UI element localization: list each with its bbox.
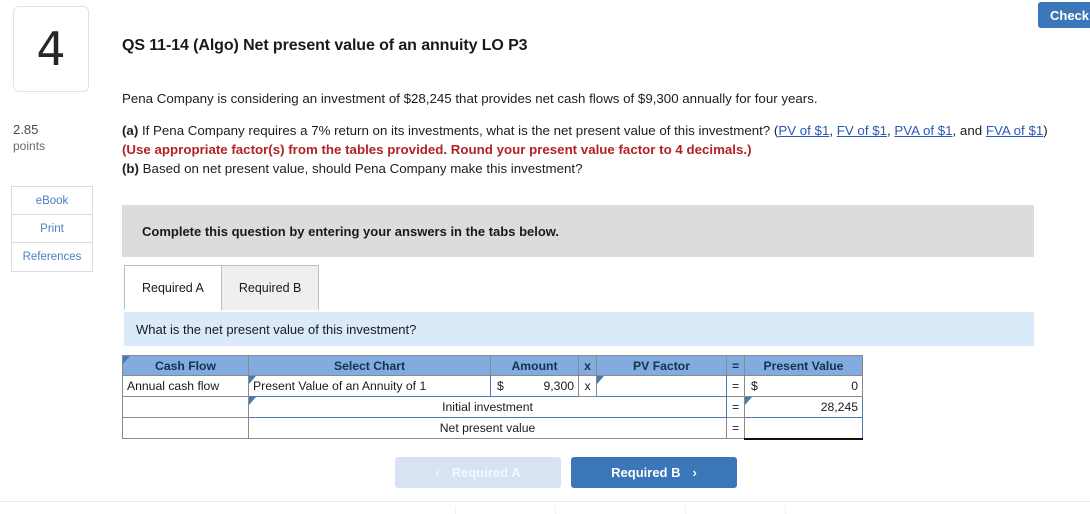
next-required-b-button[interactable]: Required B ›	[571, 457, 737, 488]
operator-equals: =	[726, 396, 745, 418]
link-sep-3: , and	[952, 123, 986, 138]
check-my-work-button[interactable]: Check	[1038, 2, 1090, 28]
table-row: Initial investment = 28,245	[122, 396, 863, 418]
tab-required-a[interactable]: Required A	[124, 265, 222, 310]
amount-input[interactable]: $ 9,300	[490, 375, 579, 397]
tab-question-text: What is the net present value of this in…	[136, 321, 417, 337]
chevron-left-icon: ‹	[435, 465, 440, 480]
rail-button-group: eBook Print References	[11, 186, 93, 272]
header-multiply: x	[578, 355, 597, 376]
part-b-text: Based on net present value, should Pena …	[138, 161, 583, 176]
rounding-note: (Use appropriate factor(s) from the tabl…	[122, 142, 752, 157]
link-sep-1: ,	[829, 123, 837, 138]
link-fva-of-1[interactable]: FVA of $1	[986, 123, 1043, 138]
part-b-label: (b)	[122, 161, 139, 176]
header-pv-factor: PV Factor	[596, 355, 727, 376]
instruction-band: Complete this question by entering your …	[122, 205, 1034, 257]
print-button[interactable]: Print	[12, 215, 92, 243]
table-row: Annual cash flow Present Value of an Ann…	[122, 375, 863, 397]
amount-value: 9,300	[543, 379, 575, 393]
link-fv-of-1[interactable]: FV of $1	[837, 123, 887, 138]
initial-investment-label-cell[interactable]: Initial investment	[248, 396, 727, 418]
table-row: Net present value =	[122, 417, 863, 440]
present-value-currency-symbol: $	[751, 379, 758, 393]
select-chart-dropdown[interactable]: Present Value of an Annuity of 1	[248, 375, 491, 397]
tab-required-b[interactable]: Required B	[220, 265, 320, 310]
question-part-b: (b) Based on net present value, should P…	[122, 159, 1052, 178]
initial-investment-value-cell[interactable]: 28,245	[744, 396, 863, 418]
present-value-cell: $ 0	[744, 375, 863, 397]
previous-required-a-button[interactable]: ‹ Required A	[395, 457, 561, 488]
points-label: points	[13, 139, 46, 153]
references-button[interactable]: References	[12, 243, 92, 271]
header-equals: =	[726, 355, 745, 376]
instruction-text: Complete this question by entering your …	[142, 223, 560, 239]
ebook-button[interactable]: eBook	[12, 187, 92, 215]
tab-question-strip: What is the net present value of this in…	[124, 312, 1034, 346]
net-present-value-label-cell: Net present value	[248, 417, 727, 439]
page-title: QS 11-14 (Algo) Net present value of an …	[122, 37, 528, 54]
pv-factor-input[interactable]	[596, 375, 727, 397]
answer-tabs: Required A Required B	[124, 265, 320, 310]
header-present-value: Present Value	[744, 355, 863, 376]
previous-button-label: Required A	[451, 465, 521, 480]
present-value-amount: 0	[851, 379, 858, 393]
operator-equals: =	[726, 417, 745, 439]
tab-navigation: ‹ Required A Required B ›	[395, 457, 737, 488]
cell-empty-cash-flow	[122, 417, 249, 439]
select-chart-value: Present Value of an Annuity of 1	[253, 379, 427, 393]
header-select-chart: Select Chart	[248, 355, 491, 376]
footer-tick-marks	[0, 502, 1090, 514]
cell-empty-cash-flow	[122, 396, 249, 418]
question-number-badge: 4	[13, 6, 89, 92]
question-intro: Pena Company is considering an investmen…	[122, 91, 818, 106]
question-part-a: (a) If Pena Company requires a 7% return…	[122, 121, 1052, 159]
exercise-page: Check 4 2.85 points eBook Print Referenc…	[0, 0, 1090, 514]
chevron-right-icon: ›	[692, 465, 697, 480]
operator-equals: =	[726, 375, 745, 397]
next-button-label: Required B	[611, 465, 681, 480]
header-cash-flow: Cash Flow	[122, 355, 249, 376]
net-present-value-answer-input[interactable]	[744, 417, 863, 440]
part-a-label: (a)	[122, 123, 139, 138]
cell-cash-flow-label: Annual cash flow	[122, 375, 249, 397]
part-a-text: If Pena Company requires a 7% return on …	[138, 123, 779, 138]
amount-currency-symbol: $	[497, 379, 504, 393]
points-value: 2.85	[13, 122, 39, 137]
header-amount: Amount	[490, 355, 579, 376]
link-close-paren: )	[1043, 123, 1048, 138]
answer-table: Cash Flow Select Chart Amount x PV Facto…	[122, 355, 863, 440]
link-pv-of-1[interactable]: PV of $1	[778, 123, 829, 138]
operator-multiply: x	[578, 375, 597, 397]
question-body: Pena Company is considering an investmen…	[122, 89, 1052, 178]
link-pva-of-1[interactable]: PVA of $1	[894, 123, 952, 138]
table-header-row: Cash Flow Select Chart Amount x PV Facto…	[122, 355, 863, 376]
